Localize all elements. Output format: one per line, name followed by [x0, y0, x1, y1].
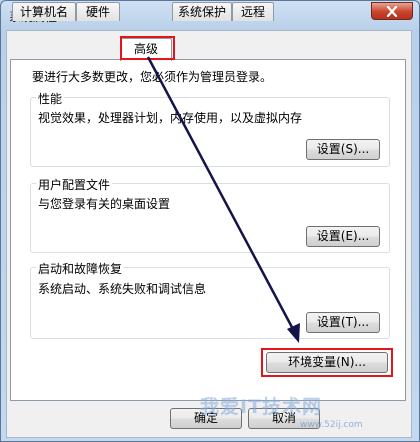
tab-highlight-box	[120, 36, 175, 60]
performance-description: 视觉效果，处理器计划，内存使用，以及虚拟内存	[38, 111, 303, 125]
close-button[interactable]	[371, 2, 413, 20]
close-icon	[386, 5, 398, 17]
startup-recovery-description: 系统启动、系统失败和调试信息	[38, 282, 207, 296]
tab-computer-name[interactable]: 计算机名	[12, 2, 76, 21]
startup-recovery-settings-button[interactable]: 设置(T)...	[306, 312, 380, 333]
tab-remote[interactable]: 远程	[232, 2, 274, 21]
tab-hardware[interactable]: 硬件	[76, 2, 120, 21]
user-profiles-group-title: 用户配置文件	[36, 176, 113, 193]
env-button-highlight-box	[261, 348, 393, 377]
performance-group-title: 性能	[36, 90, 65, 107]
tab-system-protection[interactable]: 系统保护	[172, 2, 232, 21]
user-profiles-settings-button[interactable]: 设置(E)...	[306, 226, 380, 247]
user-profiles-description: 与您登录有关的桌面设置	[38, 197, 171, 211]
watermark-logo: 我爱IT技术网	[200, 396, 323, 418]
performance-settings-button[interactable]: 设置(S)...	[306, 139, 380, 160]
watermark-url: www.52ij.com	[300, 420, 363, 430]
startup-recovery-group-title: 启动和故障恢复	[36, 260, 125, 277]
admin-notice: 要进行大多数更改，您必须作为管理员登录。	[32, 70, 273, 84]
